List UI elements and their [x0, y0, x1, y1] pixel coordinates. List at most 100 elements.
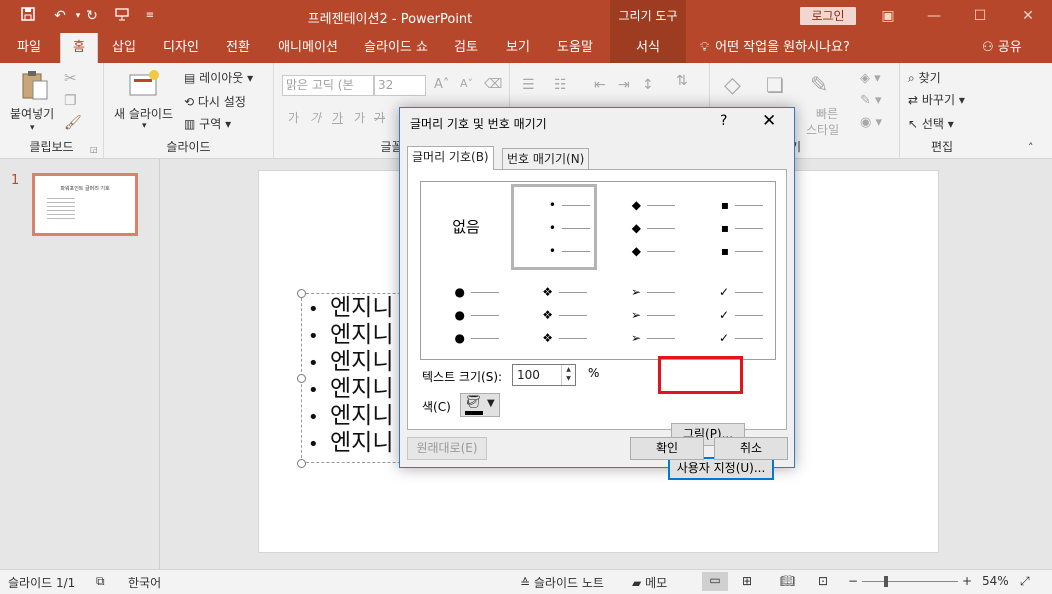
layout-button[interactable]: ▤ 레이아웃 ▾ — [184, 69, 253, 86]
clipboard-launcher-icon[interactable]: ◲ — [90, 145, 98, 154]
reset-button[interactable]: ⟲ 다시 설정 — [184, 93, 246, 110]
tab-home[interactable]: 홈 — [60, 33, 98, 63]
line-spacing-icon[interactable]: ↕ — [642, 77, 654, 93]
tab-slideshow[interactable]: 슬라이드 쇼 — [358, 33, 434, 63]
language-indicator[interactable]: 한국어 — [128, 574, 161, 591]
resize-handle[interactable] — [297, 459, 306, 468]
ribbon-display-options-icon[interactable]: ▣ — [876, 6, 900, 26]
bullet-line[interactable]: • 엔지니 — [308, 295, 393, 322]
clear-formatting-icon[interactable]: ⌫ — [484, 77, 502, 92]
italic-button[interactable]: 가 — [310, 109, 321, 126]
bullet-line[interactable]: • 엔지니 — [308, 349, 393, 376]
new-slide-button[interactable]: 새 슬라이드 — [114, 105, 173, 122]
spellcheck-icon[interactable]: ⧉ — [96, 574, 105, 589]
reset-bullets-button[interactable]: 원래대로(E) — [407, 437, 487, 460]
zoom-slider-thumb[interactable] — [884, 576, 888, 587]
tab-transitions[interactable]: 전환 — [218, 33, 258, 63]
bold-button[interactable]: 가 — [288, 109, 299, 126]
bullet-line[interactable]: • 엔지니 — [308, 376, 393, 403]
new-slide-dropdown-icon[interactable]: ▾ — [142, 121, 147, 131]
slide-thumbnail[interactable]: 파워포인트 글머리 기호 — [32, 173, 138, 236]
bullet-option-diamond[interactable]: ◆ ◆ ◆ — [599, 184, 685, 270]
bullet-option-square[interactable]: ▪ ▪ ▪ — [687, 184, 773, 270]
paste-icon[interactable] — [20, 69, 50, 106]
zoom-in-icon[interactable]: + — [962, 574, 972, 588]
tab-file[interactable]: 파일 — [6, 33, 52, 63]
bullet-line[interactable]: • 엔지니 — [308, 322, 393, 349]
bullet-option-checkmark[interactable]: ✓ ✓ ✓ — [687, 272, 773, 358]
bullet-line[interactable]: • 엔지니 — [308, 403, 393, 430]
close-icon[interactable]: ✕ — [762, 111, 776, 131]
tab-format[interactable]: 서식 — [610, 33, 686, 63]
redo-icon[interactable]: ↻ — [82, 6, 102, 26]
zoom-level[interactable]: 54% — [982, 574, 1009, 588]
quick-styles-label[interactable]: 빠른 — [816, 105, 838, 122]
decrease-indent-icon[interactable]: ⇤ — [594, 77, 606, 93]
replace-button[interactable]: ⇄ 바꾸기 ▾ — [908, 91, 965, 108]
bullet-option-arrow[interactable]: ➢ ➢ ➢ — [599, 272, 685, 358]
collapse-ribbon-icon[interactable]: ˄ — [1028, 141, 1034, 154]
shapes-icon[interactable]: ◇ — [724, 73, 741, 98]
bullet-option-large-dot[interactable]: ● ● ● — [423, 272, 509, 358]
customize-button[interactable]: 사용자 지정(U)... — [668, 457, 774, 480]
resize-handle[interactable] — [297, 374, 306, 383]
ok-button[interactable]: 확인 — [630, 437, 704, 460]
section-button[interactable]: ▥ 구역 ▾ — [184, 115, 231, 132]
zoom-out-icon[interactable]: − — [848, 574, 858, 588]
login-button[interactable]: 로그인 — [800, 7, 856, 25]
help-button[interactable]: ? — [720, 113, 727, 129]
fit-to-window-icon[interactable]: ⤢ — [1020, 574, 1030, 589]
text-direction-icon[interactable]: ⇅ — [676, 73, 688, 89]
bullet-line[interactable]: • 엔지니 — [308, 430, 393, 457]
tab-animations[interactable]: 애니메이션 — [268, 33, 348, 63]
notes-button[interactable]: ≙ 슬라이드 노트 — [520, 574, 604, 591]
normal-view-icon[interactable]: ▭ — [702, 572, 728, 591]
quick-styles-label-2[interactable]: 스타일 — [806, 121, 839, 138]
slide-sorter-icon[interactable]: ⊞ — [742, 574, 752, 588]
shape-effects-icon[interactable]: ◉ ▾ — [860, 115, 882, 130]
close-window-icon[interactable]: ✕ — [1016, 6, 1040, 26]
cancel-button[interactable]: 취소 — [714, 437, 788, 460]
shape-outline-icon[interactable]: ✎ ▾ — [860, 93, 882, 108]
increase-indent-icon[interactable]: ⇥ — [618, 77, 630, 93]
tab-design[interactable]: 디자인 — [154, 33, 208, 63]
format-painter-icon[interactable]: 🖌︎ — [64, 115, 82, 131]
save-icon[interactable] — [18, 6, 38, 26]
numbering-icon[interactable]: ☷ — [554, 77, 567, 93]
zoom-slider[interactable] — [862, 581, 958, 582]
bullet-option-small-dot[interactable]: • • • — [511, 184, 597, 270]
resize-handle[interactable] — [297, 289, 306, 298]
bullets-icon[interactable]: ☰ — [522, 77, 535, 93]
tab-insert[interactable]: 삽입 — [104, 33, 144, 63]
increase-font-icon[interactable]: A˄ — [434, 77, 449, 92]
tab-help[interactable]: 도움말 — [548, 33, 602, 63]
underline-button[interactable]: 가 — [332, 109, 343, 126]
shadow-button[interactable]: 가 — [354, 109, 365, 126]
tab-numbering[interactable]: 번호 매기기(N) — [502, 148, 590, 169]
reading-view-icon[interactable]: 📖︎ — [780, 574, 795, 588]
tab-bullets[interactable]: 글머리 기호(B) — [407, 146, 494, 170]
color-picker-button[interactable]: 🪣︎ ▼ — [460, 393, 500, 417]
minimize-icon[interactable]: — — [922, 6, 946, 26]
paste-dropdown-icon[interactable]: ▾ — [30, 123, 35, 133]
copy-icon[interactable]: ❐ — [64, 93, 77, 109]
quick-styles-icon[interactable]: ✎ — [810, 73, 828, 98]
customize-qat-icon[interactable]: ≡ — [140, 6, 160, 26]
paste-button[interactable]: 붙여넣기 — [10, 105, 54, 122]
slideshow-view-icon[interactable]: ⊡ — [818, 574, 828, 588]
find-button[interactable]: ⌕ 찾기 — [908, 69, 941, 86]
arrange-icon[interactable]: ❏ — [766, 73, 784, 97]
undo-icon[interactable]: ↶ — [50, 6, 70, 26]
tell-me-search[interactable]: 💡︎ 어떤 작업을 원하시나요? — [700, 33, 850, 63]
tab-view[interactable]: 보기 — [498, 33, 538, 63]
share-button[interactable]: ⚇ 공유 — [982, 33, 1022, 63]
decrease-font-icon[interactable]: A˅ — [460, 77, 473, 90]
spinner-arrows-icon[interactable]: ▲ ▼ — [561, 365, 575, 385]
maximize-icon[interactable]: ☐ — [968, 6, 992, 26]
bullet-option-clover[interactable]: ❖ ❖ ❖ — [511, 272, 597, 358]
select-button[interactable]: ↖ 선택 ▾ — [908, 115, 954, 132]
comments-button[interactable]: ▰ 메모 — [632, 574, 667, 591]
tab-review[interactable]: 검토 — [446, 33, 486, 63]
present-icon[interactable] — [112, 6, 132, 26]
strikethrough-button[interactable]: 가 — [374, 109, 385, 126]
